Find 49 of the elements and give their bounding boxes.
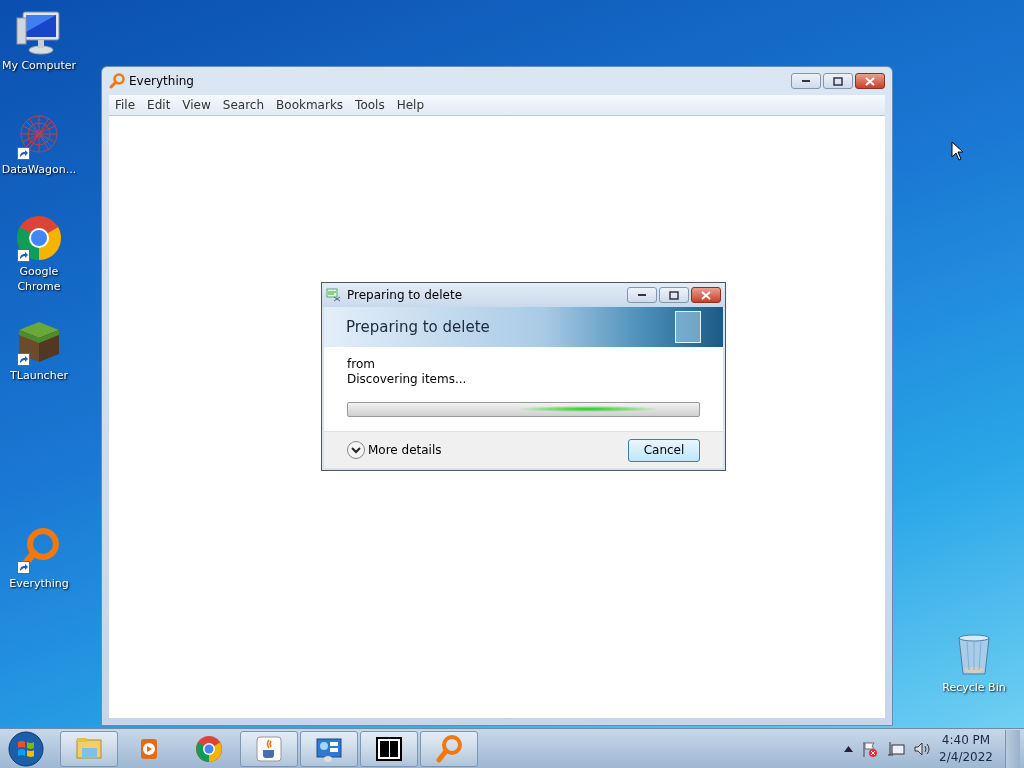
chrome-icon [15,214,63,262]
menu-item[interactable]: Search [216,98,271,112]
chrome-icon [194,733,224,764]
start-button[interactable] [6,729,46,768]
minimize-icon [802,80,810,82]
status-text: from [347,357,376,372]
desktop-icon-label[interactable]: DataWagon... [0,162,78,177]
close-icon [865,76,875,86]
maximize-icon [833,76,843,86]
desktop-icon-label[interactable]: Everything [0,576,78,591]
maximize-button[interactable] [823,73,853,89]
menu-item[interactable]: File [109,98,142,112]
menu-item[interactable]: Edit [141,98,177,112]
magnifier-icon [109,73,125,89]
dialog-heading: Preparing to delete [346,318,490,336]
coffee-cup-icon [254,733,284,764]
minimize-button[interactable] [627,287,657,303]
network-icon[interactable] [887,739,906,758]
cancel-button[interactable]: Cancel [628,438,700,462]
clock-date[interactable]: 2/4/2022 [939,748,993,766]
expand-chevron-icon[interactable] [346,440,366,460]
show-hidden-icons-icon[interactable] [844,745,854,752]
computer-icon [15,8,63,56]
desktop-icon-label[interactable]: Google Chrome [0,264,78,294]
clock-time[interactable]: 4:40 PM [941,731,991,749]
maximize-icon [669,290,679,300]
menu-item[interactable]: Bookmarks [270,98,350,112]
flag-icon[interactable] [861,739,880,758]
magnifier-icon [434,733,464,764]
close-button[interactable] [691,287,721,303]
dialog-title: Preparing to delete [347,288,464,302]
desktop-icon-label[interactable]: My Computer [0,58,78,73]
desktop-icon-label[interactable]: TLauncher [0,368,78,383]
window-title: Everything [129,74,195,88]
mouse-pointer-icon [951,141,965,161]
glass-panel-icon [675,311,701,343]
status-text: Discovering items... [347,372,468,387]
more-details-link[interactable]: More details [368,443,442,457]
taskbar-button[interactable] [360,730,418,767]
taskbar-button[interactable] [300,730,358,767]
windows-orb-icon [8,730,44,767]
close-icon [701,290,711,300]
menu-item[interactable]: View [176,98,217,112]
minimize-button[interactable] [791,73,821,89]
menu-item[interactable]: Tools [349,98,391,112]
minimize-icon [638,294,646,296]
close-button[interactable] [855,73,885,89]
maximize-button[interactable] [659,287,689,303]
menu-item[interactable]: Help [390,98,431,112]
